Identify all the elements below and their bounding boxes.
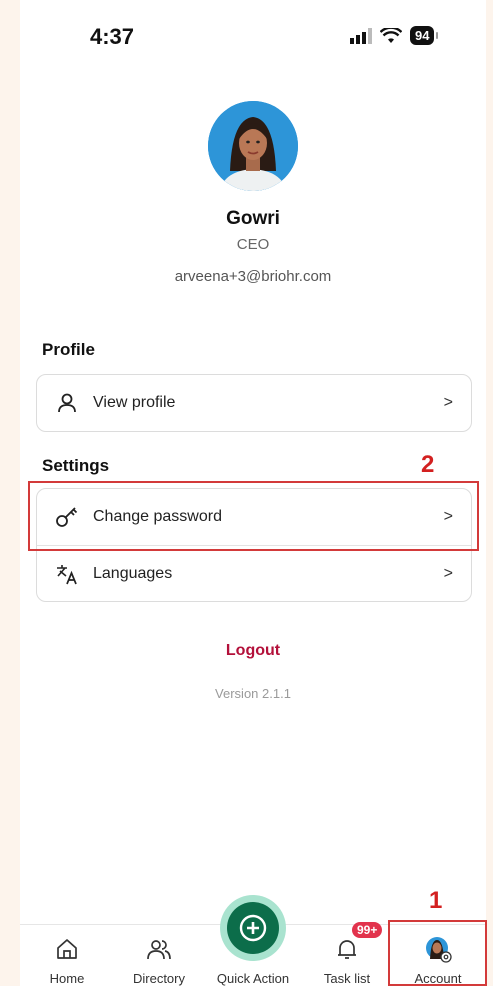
signal-icon bbox=[350, 27, 372, 44]
task-count-badge: 99+ bbox=[352, 922, 383, 938]
battery-indicator: 94 bbox=[410, 26, 440, 45]
languages-label: Languages bbox=[93, 564, 173, 582]
nav-home[interactable]: Home bbox=[22, 935, 112, 986]
nav-directory[interactable]: Directory bbox=[114, 935, 204, 986]
logout-button[interactable]: Logout bbox=[20, 642, 486, 660]
status-time: 4:37 bbox=[90, 24, 135, 49]
chevron-right-icon: > bbox=[443, 564, 453, 582]
annotation-number-1: 1 bbox=[429, 887, 443, 914]
plus-circle-icon bbox=[227, 902, 279, 954]
home-icon bbox=[22, 935, 112, 963]
profile-card: View profile > bbox=[36, 374, 472, 432]
nav-quick-action-label: Quick Action bbox=[216, 971, 290, 986]
nav-directory-label: Directory bbox=[132, 971, 185, 986]
wifi-icon bbox=[380, 27, 402, 43]
profile-section-title: Profile bbox=[42, 340, 95, 359]
avatar bbox=[208, 101, 298, 191]
person-icon bbox=[55, 391, 79, 415]
bell-icon bbox=[302, 935, 392, 963]
view-profile-label: View profile bbox=[93, 394, 176, 411]
settings-section-title: Settings bbox=[42, 456, 110, 475]
user-name: Gowri bbox=[226, 208, 280, 229]
view-profile-row[interactable]: View profile > bbox=[37, 375, 471, 431]
translate-icon bbox=[55, 562, 79, 586]
version-text: Version 2.1.1 bbox=[215, 686, 291, 701]
nav-task-list-label: Task list bbox=[323, 971, 371, 986]
chevron-right-icon: > bbox=[443, 394, 453, 411]
annotation-box-change-password bbox=[28, 481, 479, 551]
people-icon bbox=[114, 935, 204, 963]
languages-row[interactable]: Languages > bbox=[37, 545, 471, 601]
status-icons: 94 bbox=[350, 26, 440, 45]
user-email: arveena+3@briohr.com bbox=[174, 268, 332, 285]
annotation-number-2: 2 bbox=[421, 451, 435, 478]
user-role: CEO bbox=[236, 236, 270, 253]
quick-action-button[interactable] bbox=[220, 895, 286, 961]
nav-home-label: Home bbox=[49, 971, 85, 986]
annotation-box-account bbox=[388, 920, 487, 986]
nav-task-list[interactable]: Task list bbox=[302, 935, 392, 986]
